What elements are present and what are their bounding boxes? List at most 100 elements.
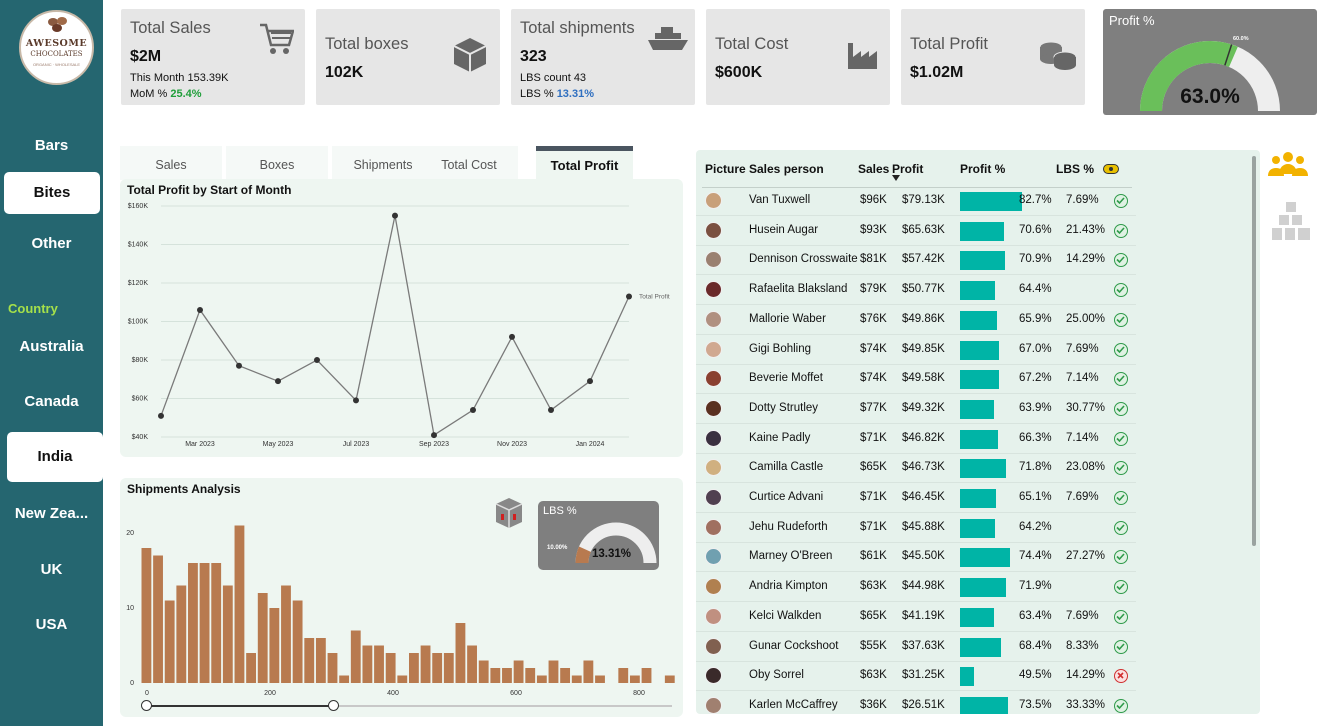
cell-profit: $45.50K (902, 550, 945, 563)
boxes-stack-icon[interactable] (1270, 200, 1312, 244)
table-scrollbar[interactable] (1252, 156, 1256, 546)
series-line-total-profit (160, 215, 630, 437)
status-legend-icon (1103, 164, 1119, 174)
kpi-total-cost: Total Cost $600K (706, 9, 890, 105)
nav-bites[interactable]: Bites (4, 172, 100, 214)
header-profit-pct[interactable]: Profit % (960, 162, 1005, 176)
country-canada[interactable]: Canada (0, 393, 103, 410)
cell-profit: $79.13K (902, 194, 945, 206)
cell-profit-pct: 67.0% (1019, 342, 1052, 355)
box-icon (453, 38, 487, 72)
header-sales-person[interactable]: Sales person (749, 162, 824, 176)
cell-name: Husein Augar (749, 223, 819, 236)
profit-pct-bar (960, 370, 1000, 390)
cell-profit-pct: 63.9% (1019, 401, 1052, 414)
tab-total-cost[interactable]: Total Cost (420, 146, 518, 180)
avatar (705, 251, 722, 269)
range-slider-start-handle[interactable] (141, 700, 152, 711)
people-icon[interactable] (1268, 150, 1308, 178)
country-australia[interactable]: Australia (0, 338, 103, 355)
table-row[interactable]: Beverie Moffet $74K $49.58K 67.2% 7.14% (696, 365, 1136, 395)
table-row[interactable]: Husein Augar $93K $65.63K 70.6% 21.43% (696, 217, 1136, 246)
range-slider-end-handle[interactable] (328, 700, 339, 711)
histogram-bar (513, 660, 524, 683)
tab-boxes[interactable]: Boxes (226, 146, 328, 180)
data-point (626, 293, 632, 300)
table-row[interactable]: Jehu Rudeforth $71K $45.88K 64.2% (696, 514, 1136, 543)
histogram-bar (560, 668, 571, 683)
cell-profit: $46.82K (902, 431, 945, 444)
table-row[interactable]: Mallorie Waber $76K $49.86K 65.9% 25.00% (696, 306, 1136, 335)
y-tick-label: $40K (132, 434, 149, 441)
cell-lbs-pct: 7.14% (1066, 372, 1099, 385)
tab-sales[interactable]: Sales (120, 146, 222, 180)
histogram-bar (525, 668, 536, 683)
cell-profit: $49.85K (902, 342, 945, 355)
check-icon (1114, 520, 1128, 535)
header-profit[interactable]: Profit (892, 162, 923, 176)
table-row[interactable]: Kaine Padly $71K $46.82K 66.3% 7.14% (696, 425, 1136, 454)
logo-line3: ORGANIC · WHOLESALE (32, 62, 81, 67)
table-row[interactable]: Oby Sorrel $63K $31.25K 49.5% 14.29% (696, 662, 1136, 692)
check-icon (1114, 342, 1128, 357)
table-row[interactable]: Van Tuxwell $96K $79.13K 82.7% 7.69% (696, 187, 1136, 216)
histogram-bar (292, 600, 303, 683)
country-usa[interactable]: USA (0, 616, 103, 633)
histogram-bar (455, 623, 466, 683)
nav-other[interactable]: Other (0, 235, 103, 252)
cell-profit-pct: 82.7% (1019, 194, 1052, 206)
y-tick-label: 20 (126, 530, 134, 537)
profit-line-chart: $40K $60K $80K $100K $120K $140K $160K Mar 2023… (128, 203, 670, 448)
cell-lbs-pct: 7.69% (1066, 342, 1099, 355)
tab-shipments[interactable]: Shipments (332, 146, 434, 180)
salesperson-table: Picture Sales person Sales Profit Profit… (696, 150, 1260, 714)
table-row[interactable]: Curtice Advani $71K $46.45K 65.1% 7.69% (696, 484, 1136, 513)
cell-lbs-pct: 7.69% (1066, 194, 1099, 206)
table-row[interactable]: Marney O'Breen $61K $45.50K 74.4% 27.27% (696, 543, 1136, 573)
cell-name: Rafaelita Blaksland (749, 283, 848, 296)
table-row[interactable]: Gigi Bohling $74K $49.85K 67.0% 7.69% (696, 336, 1136, 365)
profit-pct-bar (960, 251, 1005, 271)
profit-pct-bar (960, 192, 1022, 211)
cell-profit: $45.88K (902, 520, 945, 533)
cell-name: Gigi Bohling (749, 342, 812, 355)
table-row[interactable]: Gunar Cockshoot $55K $37.63K 68.4% 8.33% (696, 633, 1136, 662)
cell-profit: $49.86K (902, 312, 945, 325)
cell-name: Kelci Walkden (749, 609, 822, 622)
x-tick-label: 0 (145, 690, 149, 697)
table-row[interactable]: Camilla Castle $65K $46.73K 71.8% 23.08% (696, 454, 1136, 484)
cell-lbs-pct: 30.77% (1066, 401, 1106, 414)
cell-profit-pct: 70.6% (1019, 223, 1052, 236)
histogram-bar (327, 653, 338, 683)
check-icon (1114, 253, 1128, 268)
country-new-zealand[interactable]: New Zea... (0, 505, 103, 522)
kpi-sub: LBS count 43 (520, 72, 587, 84)
header-picture[interactable]: Picture (705, 162, 746, 176)
table-row[interactable]: Andria Kimpton $63K $44.98K 71.9% (696, 573, 1136, 603)
check-icon (1114, 312, 1128, 327)
histogram-bar (339, 675, 350, 683)
histogram-bar (548, 660, 559, 683)
shopping-cart-icon (260, 23, 294, 54)
header-sales[interactable]: Sales (858, 162, 889, 176)
data-point (431, 432, 437, 439)
sort-desc-icon[interactable] (892, 175, 900, 181)
table-row[interactable]: Dotty Strutley $77K $49.32K 63.9% 30.77% (696, 395, 1136, 424)
cell-profit: $41.19K (902, 609, 945, 622)
country-uk[interactable]: UK (0, 561, 103, 578)
nav-bars[interactable]: Bars (0, 137, 103, 154)
table-row[interactable]: Dennison Crosswaite $81K $57.42K 70.9% 14.29… (696, 246, 1136, 276)
histogram-bar (176, 585, 187, 683)
table-row[interactable]: Rafaelita Blaksland $79K $50.77K 64.4% (696, 276, 1136, 306)
kpi-title: Total Profit (910, 35, 988, 53)
table-row[interactable]: Kelci Walkden $65K $41.19K 63.4% 7.69% (696, 603, 1136, 632)
table-row[interactable]: Karlen McCaffrey $36K $26.51K 73.5% 33.33% (696, 692, 1136, 714)
cell-lbs-pct: 7.14% (1066, 431, 1099, 444)
header-lbs-pct[interactable]: LBS % (1056, 162, 1094, 176)
cell-profit: $50.77K (902, 283, 945, 296)
kpi-value: 323 (520, 48, 547, 65)
histogram-bar (467, 645, 477, 683)
country-india[interactable]: India (7, 432, 103, 482)
cell-profit-pct: 73.5% (1019, 698, 1052, 711)
tab-total-profit[interactable]: Total Profit (536, 146, 633, 180)
